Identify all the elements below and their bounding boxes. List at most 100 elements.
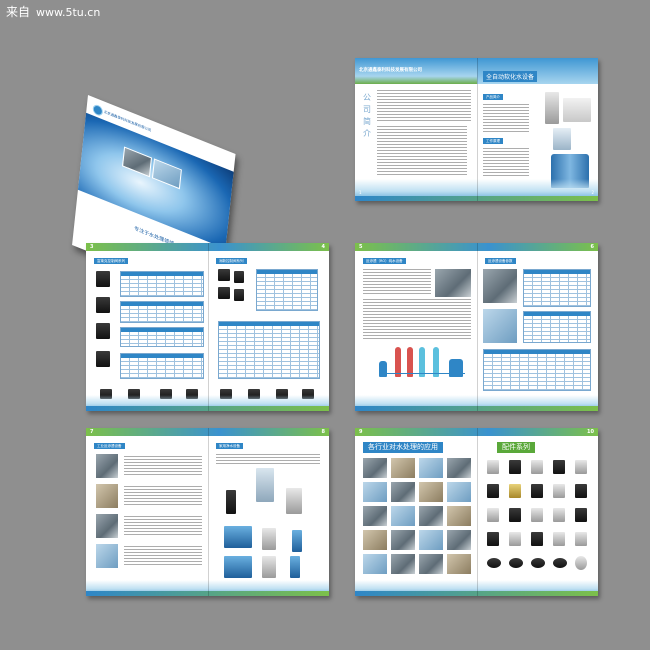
spread2-header-bar <box>86 243 329 251</box>
spread4-section-b: 家用净水设备 <box>216 443 243 449</box>
spread4-purifier-3 <box>286 488 302 514</box>
spread3-footer-wave <box>355 395 598 411</box>
accessory-item <box>487 508 499 522</box>
accessory-item <box>531 460 543 474</box>
spread1-body-text <box>377 126 467 176</box>
accessory-item <box>509 508 521 522</box>
diagram-pipe <box>383 373 465 374</box>
accessory-item <box>509 558 523 568</box>
diagram-tank-6 <box>449 359 463 377</box>
application-photo <box>363 554 387 574</box>
diagram-tank-1 <box>379 361 387 377</box>
spread-pages-3-4: 3 4 富莱克控制阀系列 润新控制阀系列 <box>86 243 329 411</box>
accessory-item <box>487 532 499 546</box>
application-photo <box>447 530 471 550</box>
accessory-item <box>575 460 587 474</box>
spread3-page-right: 6 <box>590 244 594 250</box>
spread1-tank-photo <box>563 98 591 122</box>
accessory-item <box>531 508 543 522</box>
spread2-table-1 <box>120 271 204 297</box>
spread4-page-right: 8 <box>321 429 325 435</box>
spread4-section-a: 工业反渗透设备 <box>94 443 125 449</box>
spread3-equipment-photo-2 <box>483 309 517 343</box>
accessory-item <box>509 532 521 546</box>
spread-pages-5-6: 5 6 反渗透（RO）纯水设备 反渗透设备参数 <box>355 243 598 411</box>
spread2-valve-7 <box>218 287 230 299</box>
vertical-title-char: 司 <box>363 105 371 114</box>
spread5-page-right: 10 <box>587 429 594 435</box>
spread4-photo-4 <box>96 544 118 568</box>
spread4-text-3 <box>124 516 202 536</box>
accessory-item <box>575 508 587 522</box>
application-photo <box>419 458 443 478</box>
accessory-item <box>553 460 565 474</box>
spread5-section-a: 各行业对水处理的应用 <box>363 442 443 453</box>
spread1-footer-wave <box>355 179 598 201</box>
spread2-table-2 <box>120 301 204 323</box>
application-photo <box>363 458 387 478</box>
spread2-footer-wave <box>86 395 329 411</box>
spread4-purifier-7 <box>262 556 276 578</box>
accessory-item <box>509 484 521 498</box>
spread4-right-intro <box>216 454 320 464</box>
spread4-photo-3 <box>96 514 118 538</box>
spread3-section-a: 反渗透（RO）纯水设备 <box>363 258 406 264</box>
spread2-table-5 <box>256 269 318 311</box>
spread2-valve-6 <box>234 271 244 283</box>
spread4-purifier-6 <box>224 556 252 578</box>
spread-pages-9-10: 9 10 各行业对水处理的应用 配件系列 <box>355 428 598 596</box>
accessory-item <box>487 460 499 474</box>
spread1-valve-photo <box>545 92 559 124</box>
application-photo <box>447 482 471 502</box>
accessory-item <box>575 556 587 570</box>
spread2-valve-5 <box>218 269 230 281</box>
spread2-table-6 <box>218 321 320 379</box>
application-photo <box>363 506 387 526</box>
spread-pages-1-2: 北京通鑫泰利科技发展有限公司 全自动软化水设备 公 司 简 介 产品简介 工作原… <box>355 58 598 201</box>
spread4-purifier-4 <box>262 528 276 550</box>
accessory-item <box>487 558 501 568</box>
spread5-section-b: 配件系列 <box>497 442 535 453</box>
spread5-footer-wave <box>355 580 598 596</box>
spread4-text-2 <box>124 486 202 506</box>
application-photo <box>419 506 443 526</box>
spread1-work-text <box>483 148 529 178</box>
accessory-item <box>553 532 565 546</box>
spread5-page-left: 9 <box>359 429 363 435</box>
accessory-item <box>553 484 565 498</box>
spread5-accessory-grid <box>483 458 591 580</box>
application-photo <box>391 530 415 550</box>
spread4-page-left: 7 <box>90 429 94 435</box>
spread3-table-1 <box>523 269 591 307</box>
spread3-table-2 <box>523 311 591 343</box>
spread4-purifier-2 <box>226 490 236 514</box>
spread2-table-4 <box>120 353 204 379</box>
spread1-header-right: 全自动软化水设备 <box>483 71 538 82</box>
application-photo <box>391 554 415 574</box>
spread2-valve-2 <box>96 297 110 313</box>
spread4-photo-1 <box>96 454 118 478</box>
spread2-section-a: 富莱克控制阀系列 <box>94 258 128 264</box>
spread1-page-right: 2 <box>591 190 594 195</box>
application-photo <box>447 458 471 478</box>
application-photo <box>391 482 415 502</box>
accessory-item <box>531 558 545 568</box>
spread3-section-b: 反渗透设备参数 <box>485 258 516 264</box>
accessory-item <box>575 532 587 546</box>
spread3-ro-photo <box>435 269 471 297</box>
spread4-purifier-1 <box>256 468 274 502</box>
spread3-table-3 <box>483 349 591 391</box>
spread2-valve-1 <box>96 271 110 287</box>
spread3-text-1 <box>363 269 431 295</box>
spread1-page-left: 1 <box>359 190 362 195</box>
spread4-text-4 <box>124 546 202 566</box>
accessory-item <box>531 532 543 546</box>
accessory-item <box>575 484 587 498</box>
accessory-item <box>509 460 521 474</box>
application-photo <box>391 458 415 478</box>
spread1-work-section: 工作原理 <box>483 138 503 144</box>
spread3-process-diagram <box>375 343 471 387</box>
accessory-item <box>531 484 543 498</box>
spread5-application-grid <box>363 458 471 580</box>
application-photo <box>419 530 443 550</box>
